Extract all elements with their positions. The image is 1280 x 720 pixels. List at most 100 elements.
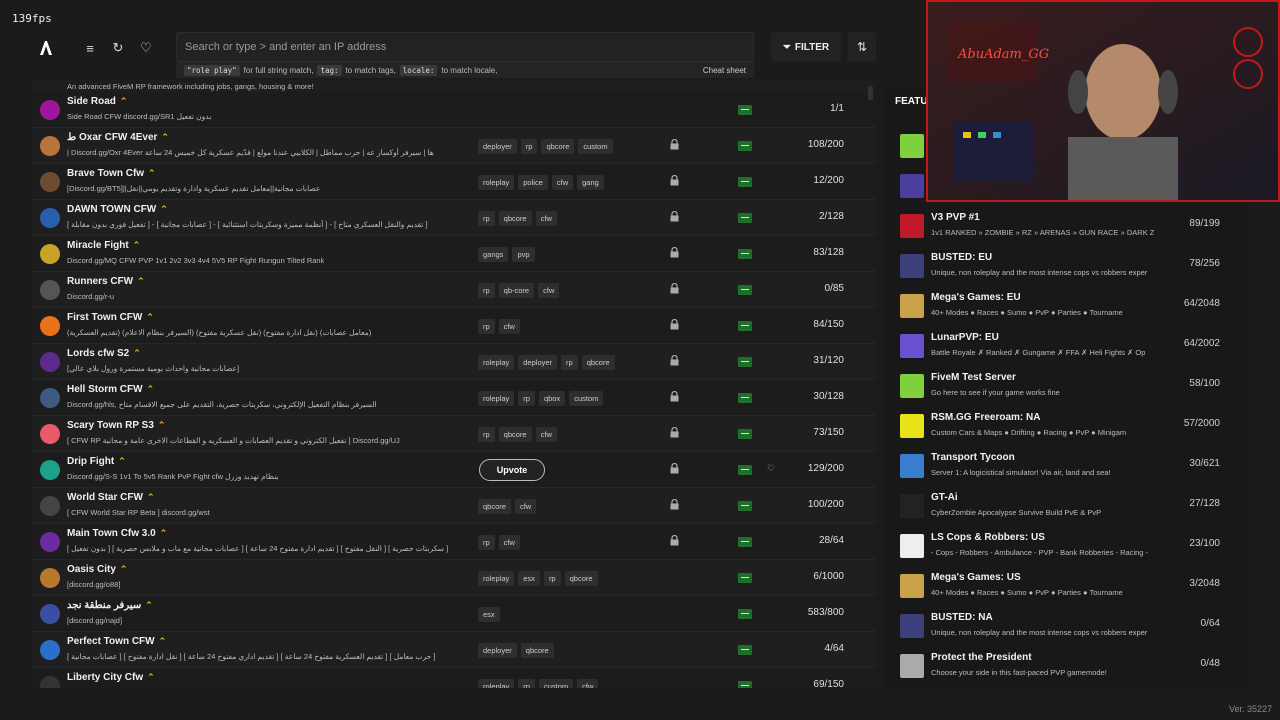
server-name: Perfect Town CFW ⌃	[67, 636, 166, 647]
server-tag[interactable]: cfw	[535, 427, 557, 442]
server-tag[interactable]: cfw	[577, 679, 599, 688]
fivem-logo-icon[interactable]	[36, 38, 56, 58]
server-row[interactable]: Lords cfw S2 ⌃ [عصابات مجانية واحداث يومية…	[32, 344, 876, 380]
server-tag[interactable]: cfw	[498, 319, 520, 334]
server-tag[interactable]: custom	[578, 139, 613, 154]
server-row[interactable]: سيرفر منطقة نجد ⌃ [discord.gg/najd] esx 583/…	[32, 596, 876, 632]
server-tag[interactable]: qbcore	[564, 571, 598, 586]
list-view-icon[interactable]: ≡	[80, 38, 100, 58]
featured-server-row[interactable]: FiveM Test Server Go here to see if your …	[884, 370, 1248, 410]
server-row[interactable]: Scary Town RP S3 ⌃ [ CFW RP تفعيل الكتروني…	[32, 416, 876, 452]
server-row[interactable]: DAWN TOWN CFW ⌃ [ تفعيل فوري بدون مقابلة ]…	[32, 200, 876, 236]
server-name: Main Town Cfw 3.0 ⌃	[67, 528, 167, 539]
sort-button[interactable]: ⇅	[848, 32, 876, 62]
upvote-button[interactable]: Upvote	[479, 459, 545, 481]
featured-server-row[interactable]: Protect the President Choose your side in…	[884, 650, 1248, 690]
server-tag[interactable]: rp	[478, 319, 495, 334]
server-tag[interactable]: custom	[538, 679, 574, 688]
server-tag[interactable]: rp	[518, 679, 535, 688]
server-row[interactable]: Main Town Cfw 3.0 ⌃ [ بدون تفعيل ] [ عصابا…	[32, 524, 876, 560]
server-tag[interactable]: rp	[543, 571, 561, 586]
featured-server-row[interactable]: BUSTED: EU Unique, non roleplay and the m…	[884, 250, 1248, 290]
server-tag[interactable]: esx	[518, 571, 540, 586]
server-tag[interactable]: qbcore	[498, 427, 532, 442]
server-tag[interactable]: rp	[478, 427, 495, 442]
featured-server-row[interactable]: V3 PVP #1 1v1 RANKED » ZOMBIE » RZ » AREN…	[884, 210, 1248, 250]
favorite-heart-icon[interactable]: ♡	[767, 463, 775, 474]
server-tag[interactable]: cfw	[551, 175, 574, 190]
server-tag[interactable]: roleplay	[478, 355, 515, 370]
server-row[interactable]: Oasis City ⌃ [discord.gg/o88] roleplay esx rp…	[32, 560, 876, 596]
server-tag[interactable]: roleplay	[478, 571, 515, 586]
player-count: 84/150	[813, 319, 844, 330]
featured-server-row[interactable]: Mega's Games: US 40+ Modes ● Races ● Sumo…	[884, 570, 1248, 610]
featured-player-count: 0/64	[1200, 618, 1220, 629]
server-row[interactable]: Perfect Town CFW ⌃ [ عصابات مجانية ] [ نقل…	[32, 632, 876, 668]
server-tag[interactable]: roleplay	[478, 175, 515, 190]
featured-server-name: BUSTED: EU	[931, 252, 993, 263]
server-row[interactable]: World Star CFW ⌃ [ CFW World Star RP Beta …	[32, 488, 876, 524]
server-tag[interactable]: deployer	[478, 643, 517, 658]
server-tag[interactable]: gang	[577, 175, 604, 190]
server-description: [عصابات مجانية واحداث يومية مستمرة ورول …	[67, 364, 240, 373]
locale-flag-icon	[738, 609, 752, 619]
featured-server-row[interactable]: BUSTED: NA Unique, non roleplay and the m…	[884, 610, 1248, 650]
server-tag[interactable]: deployer	[518, 355, 558, 370]
server-tag[interactable]: rp	[561, 355, 578, 370]
server-list-scrollbar[interactable]	[868, 86, 873, 100]
server-tag[interactable]: custom	[569, 391, 604, 406]
server-row[interactable]: Runners CFW ⌃ Discord.gg/r-u rp qb-core cfw 0/…	[32, 272, 876, 308]
server-row[interactable]: ﻁ Oxar CFW 4Ever ⌃ | Discord.gg/Oxr 4Ever …	[32, 128, 876, 164]
server-tag[interactable]: qb-core	[498, 283, 535, 298]
locale-flag-icon	[738, 501, 752, 511]
server-tag[interactable]: rp	[478, 211, 495, 226]
server-tag[interactable]: rp	[518, 391, 535, 406]
cheat-sheet-link[interactable]: Cheat sheet	[703, 66, 746, 75]
server-tag[interactable]: qbcore	[498, 211, 532, 226]
server-tag[interactable]: roleplay	[478, 391, 515, 406]
server-tag[interactable]: rp	[478, 283, 495, 298]
server-tag[interactable]: cfw	[498, 535, 520, 550]
player-count: 129/200	[807, 463, 844, 474]
featured-server-row[interactable]: GT-Ai CyberZombie Apocalypse Survive Buil…	[884, 490, 1248, 530]
server-tag[interactable]: esx	[478, 607, 500, 622]
favorites-heart-icon[interactable]: ♡	[136, 38, 156, 58]
server-description: Discord.gg/S-S 1v1 To 5v5 Rank PvP Fight…	[67, 472, 279, 481]
server-row[interactable]: First Town CFW ⌃ (تقديم العسكرية) (السيرفر…	[32, 308, 876, 344]
server-tag[interactable]: roleplay	[478, 679, 515, 688]
featured-server-row[interactable]: LS Cops & Robbers: US - Cops - Robbers - …	[884, 530, 1248, 570]
server-list[interactable]: An advanced FiveM RP framework including…	[32, 80, 876, 688]
featured-server-row[interactable]: RSM.GG Freeroam: NA Custom Cars & Maps ● …	[884, 410, 1248, 450]
featured-server-row[interactable]: Mega's Games: EU 40+ Modes ● Races ● Sumo…	[884, 290, 1248, 330]
server-tag[interactable]: cfw	[538, 283, 560, 298]
server-tag[interactable]: deployer	[478, 139, 517, 154]
lock-icon	[670, 390, 680, 403]
featured-server-row[interactable]: Transport Tycoon Server 1: A logicistical…	[884, 450, 1248, 490]
server-row[interactable]: Drip Fight ⌃ Discord.gg/S-S 1v1 To 5v5 Ran…	[32, 452, 876, 488]
server-tag[interactable]: cfw	[514, 499, 537, 514]
filter-button[interactable]: ⏷ FILTER	[771, 32, 841, 62]
server-tag[interactable]: qbcore	[520, 643, 554, 658]
server-tag[interactable]: rp	[520, 139, 538, 154]
search-input[interactable]: Search or type > and enter an IP address	[176, 32, 754, 62]
server-tag[interactable]: qbcore	[581, 355, 615, 370]
server-row[interactable]: Side Road ⌃ Side Road CFW discord.gg/SR1 ب…	[32, 92, 876, 128]
server-description: (تقديم العسكرية) (السيرفر بنظام الاعلام)…	[67, 328, 372, 337]
featured-server-icon	[900, 414, 924, 438]
locale-flag-icon	[738, 105, 752, 115]
server-tag[interactable]: gangs	[478, 247, 509, 262]
server-row[interactable]: Miracle Fight ⌃ Discord.gg/MQ CFW PVP 1v1 …	[32, 236, 876, 272]
player-count: 73/150	[813, 427, 844, 438]
server-tag[interactable]: rp	[478, 535, 495, 550]
server-tag[interactable]: qbcore	[478, 499, 511, 514]
server-row[interactable]: Liberty City Cfw ⌃ roleplay rp custom cfw 69/1…	[32, 668, 876, 688]
server-tag[interactable]: pvp	[512, 247, 535, 262]
server-row[interactable]: Hell Storm CFW ⌃ Discord.gg/hls, السيرفر ب…	[32, 380, 876, 416]
server-tag[interactable]: qbox	[538, 391, 566, 406]
featured-server-row[interactable]: LunarPVP: EU Battle Royale ✗ Ranked ✗ Gun…	[884, 330, 1248, 370]
server-tag[interactable]: qbcore	[541, 139, 575, 154]
history-icon[interactable]: ↻	[108, 38, 128, 58]
server-row[interactable]: Brave Town Cfw ⌃ [Discord.gg/BT5]||عصابات …	[32, 164, 876, 200]
server-tag[interactable]: police	[518, 175, 548, 190]
server-tag[interactable]: cfw	[535, 211, 557, 226]
